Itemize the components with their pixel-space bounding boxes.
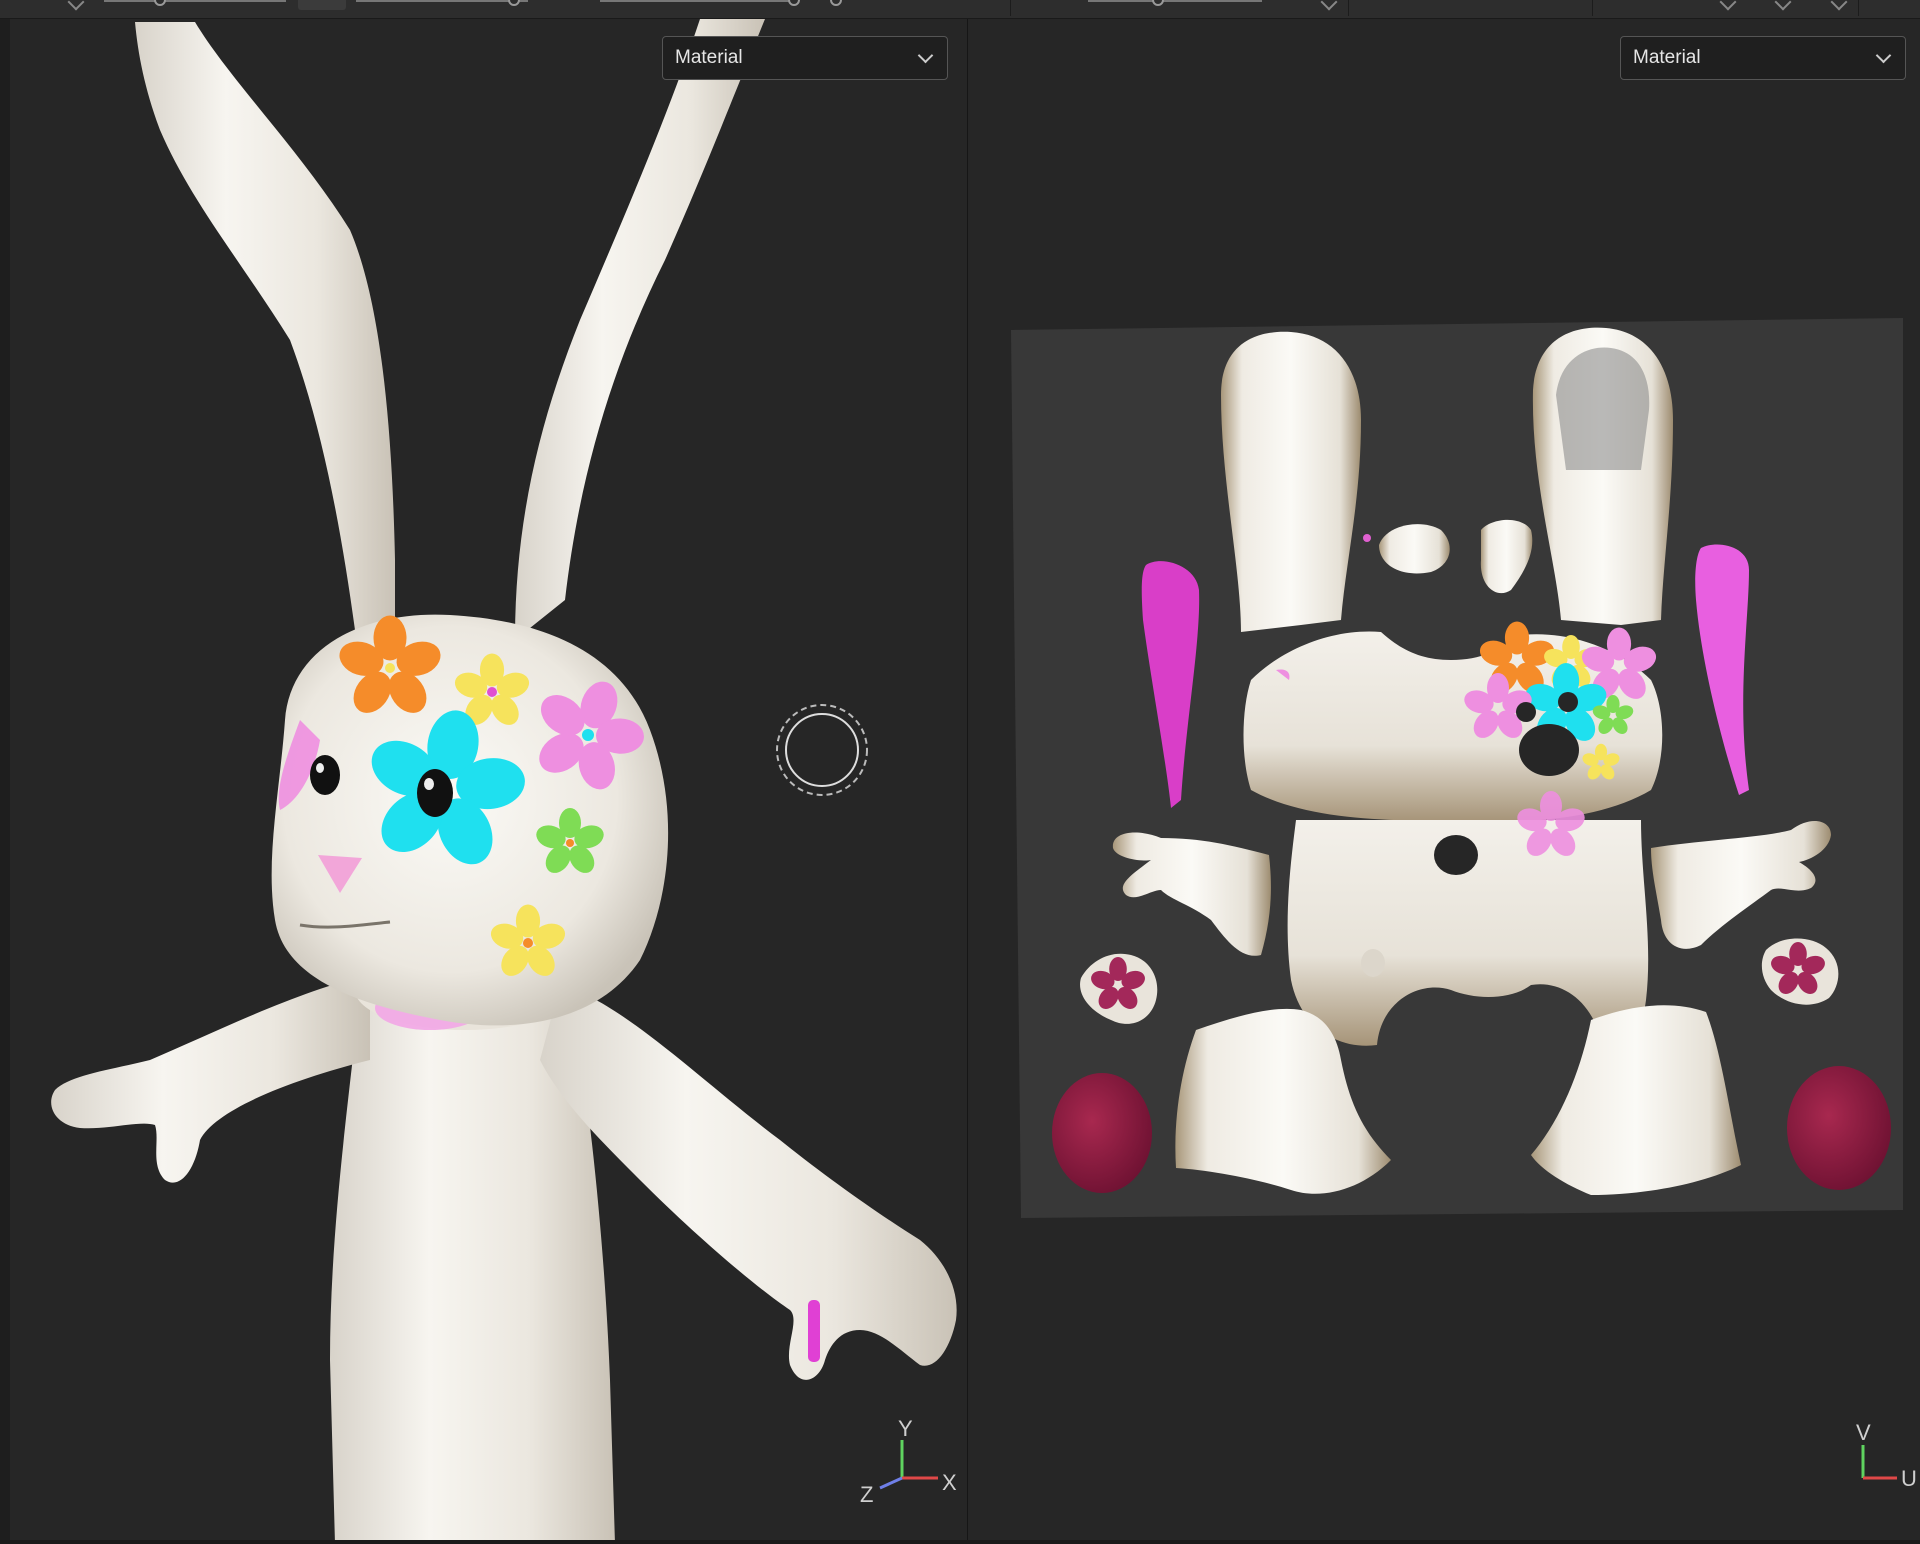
slider-knob[interactable]	[508, 0, 520, 6]
uv-left-foot-pad	[1052, 1073, 1152, 1193]
shading-mode-label: Material	[1633, 47, 1701, 68]
toolbar-button[interactable]	[298, 0, 346, 10]
shading-mode-label: Material	[675, 47, 743, 68]
shading-mode-dropdown[interactable]: Material	[662, 36, 948, 80]
brush-cursor-icon	[776, 704, 868, 796]
viewport-3d[interactable]: Y X Z Material	[0, 19, 966, 1544]
top-toolbar	[0, 0, 1920, 19]
uv-layout: V U	[1011, 318, 1917, 1491]
toolbar-slider-1[interactable]	[104, 0, 286, 2]
uv-right-foot-pad	[1787, 1066, 1891, 1190]
slider-knob[interactable]	[830, 0, 842, 6]
axis-label-y: Y	[898, 1416, 913, 1441]
chevron-down-icon	[917, 47, 934, 64]
uv-left-ear	[1221, 331, 1361, 632]
toolbar-slider-3[interactable]	[600, 0, 792, 2]
axis-label-u: U	[1901, 1466, 1917, 1491]
left-eye	[310, 755, 340, 795]
chevron-down-icon[interactable]	[1719, 0, 1737, 11]
axis-gizmo-icon	[879, 1440, 938, 1490]
chevron-down-icon[interactable]	[1830, 0, 1848, 11]
left-ear	[135, 22, 395, 630]
uv-axis-gizmo-icon	[1861, 1445, 1897, 1480]
chevron-down-icon[interactable]	[1320, 0, 1338, 11]
uv-shading-mode-dropdown[interactable]: Material	[1620, 36, 1906, 80]
fingertip-paint	[808, 1300, 820, 1362]
toolbar-divider	[1010, 0, 1011, 16]
right-eye	[417, 769, 453, 817]
chevron-down-icon[interactable]	[1774, 0, 1792, 11]
toolbar-divider	[1858, 0, 1859, 16]
slider-knob[interactable]	[1152, 0, 1164, 6]
bunny-3d-model: Y X Z	[51, 19, 957, 1544]
slider-knob[interactable]	[154, 0, 166, 6]
chevron-down-icon	[1875, 47, 1892, 64]
axis-label-v: V	[1856, 1420, 1871, 1445]
toolbar-divider	[1592, 0, 1593, 16]
axis-label-x: X	[942, 1470, 957, 1495]
left-arm	[51, 975, 370, 1183]
chevron-down-icon[interactable]	[67, 0, 85, 11]
slider-knob[interactable]	[788, 0, 800, 6]
toolbar-slider-2[interactable]	[356, 0, 528, 2]
status-bar	[0, 1540, 1920, 1544]
toolbar-slider-4[interactable]	[1088, 0, 1262, 2]
viewport-uv[interactable]: V U Material	[967, 19, 1920, 1544]
axis-label-z: Z	[860, 1482, 873, 1507]
right-ear	[515, 19, 765, 640]
toolbar-divider	[1348, 0, 1349, 16]
